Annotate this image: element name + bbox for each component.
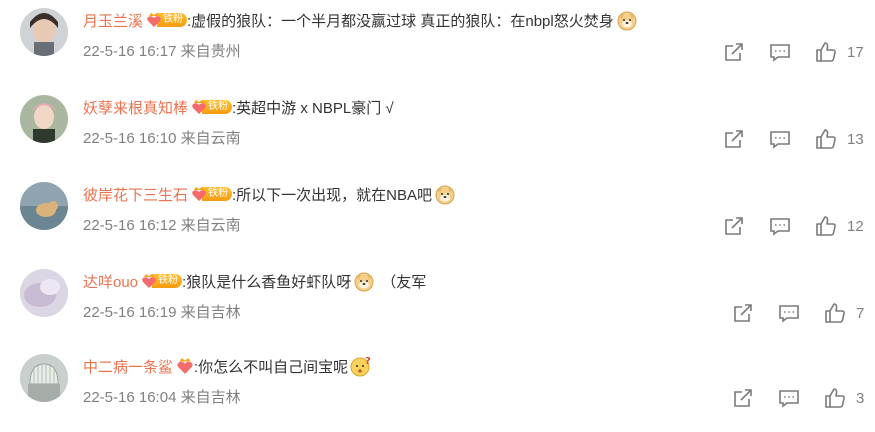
crown-heart-icon[interactable]: [176, 357, 194, 375]
like-icon: [815, 215, 837, 237]
comment-timestamp: 22-5-16 16:10 来自云南: [83, 130, 241, 147]
like-button[interactable]: 17: [815, 41, 864, 63]
like-count: 7: [856, 304, 865, 322]
like-icon: [815, 128, 837, 150]
comment-icon[interactable]: [769, 41, 791, 63]
share-icon[interactable]: [732, 302, 754, 324]
comment-text: :狼队是什么香鱼好虾队呀: [182, 273, 352, 291]
comment-text: :英超中游 x NBPL豪门 √: [232, 99, 394, 117]
comment-icon[interactable]: [778, 302, 800, 324]
fan-badge[interactable]: 铁粉: [191, 98, 233, 116]
comment-timestamp: 22-5-16 16:17 来自贵州: [83, 43, 241, 60]
like-button[interactable]: 12: [815, 215, 864, 237]
crown-heart-icon: [142, 274, 156, 288]
like-button[interactable]: 3: [824, 387, 864, 409]
comment-trail-text: （友军: [381, 273, 427, 291]
avatar[interactable]: [20, 269, 68, 317]
comment-text: :虚假的狼队：一个半月都没赢过球 真正的狼队：在nbpl怒火焚身: [187, 12, 614, 30]
like-icon: [815, 41, 837, 63]
comment-item: 中二病一条鲨 :你怎么不叫自己间宝呢 ? 22-5-16 16:04 来自吉林: [0, 346, 875, 432]
crown-heart-icon: [192, 100, 206, 114]
username[interactable]: 达咩ouo: [83, 271, 138, 292]
comment-timestamp: 22-5-16 16:12 来自云南: [83, 217, 241, 234]
share-icon[interactable]: [723, 215, 745, 237]
like-count: 3: [856, 389, 865, 407]
comment-timestamp: 22-5-16 16:04 来自吉林: [83, 389, 241, 406]
comment-timestamp: 22-5-16 16:19 来自吉林: [83, 304, 241, 321]
avatar[interactable]: [20, 182, 68, 230]
comment-item: 妖孽来根真知棒 铁粉 :英超中游 x NBPL豪门 √ 22-5-16 16:1…: [0, 87, 875, 173]
username[interactable]: 妖孽来根真知棒: [83, 97, 188, 118]
fan-badge[interactable]: 铁粉: [146, 11, 188, 29]
comment-text: :所以下一次出现，就在NBA吧: [232, 186, 433, 204]
like-count: 12: [847, 217, 864, 235]
share-icon[interactable]: [732, 387, 754, 409]
doge-emoji: [435, 185, 455, 205]
doge-emoji: [617, 11, 637, 31]
fan-badge[interactable]: 铁粉: [191, 185, 233, 203]
comment-icon[interactable]: [769, 215, 791, 237]
like-button[interactable]: 13: [815, 128, 864, 150]
username[interactable]: 月玉兰溪: [83, 10, 143, 31]
username[interactable]: 中二病一条鲨: [83, 356, 173, 377]
comment-item: 达咩ouo 铁粉 :狼队是什么香鱼好虾队呀 （友军 22-5-16 16:19 …: [0, 261, 875, 347]
comment-item: 月玉兰溪 铁粉 :虚假的狼队：一个半月都没赢过球 真正的狼队：在nbpl怒火焚身…: [0, 0, 875, 86]
svg-text:?: ?: [365, 356, 371, 367]
question-emoji: ?: [350, 356, 371, 377]
like-count: 17: [847, 43, 864, 61]
avatar[interactable]: [20, 354, 68, 402]
fan-badge[interactable]: 铁粉: [141, 272, 183, 290]
crown-heart-icon: [147, 13, 161, 27]
doge-emoji: [354, 272, 374, 292]
crown-heart-icon: [192, 187, 206, 201]
like-icon: [824, 387, 846, 409]
like-count: 13: [847, 130, 864, 148]
username[interactable]: 彼岸花下三生石: [83, 184, 188, 205]
comment-icon[interactable]: [769, 128, 791, 150]
avatar[interactable]: [20, 8, 68, 56]
avatar[interactable]: [20, 95, 68, 143]
comment-text: :你怎么不叫自己间宝呢: [194, 358, 349, 376]
comment-icon[interactable]: [778, 387, 800, 409]
like-icon: [824, 302, 846, 324]
like-button[interactable]: 7: [824, 302, 864, 324]
comment-item: 彼岸花下三生石 铁粉 :所以下一次出现，就在NBA吧 22-5-16 16:12…: [0, 174, 875, 260]
share-icon[interactable]: [723, 41, 745, 63]
share-icon[interactable]: [723, 128, 745, 150]
